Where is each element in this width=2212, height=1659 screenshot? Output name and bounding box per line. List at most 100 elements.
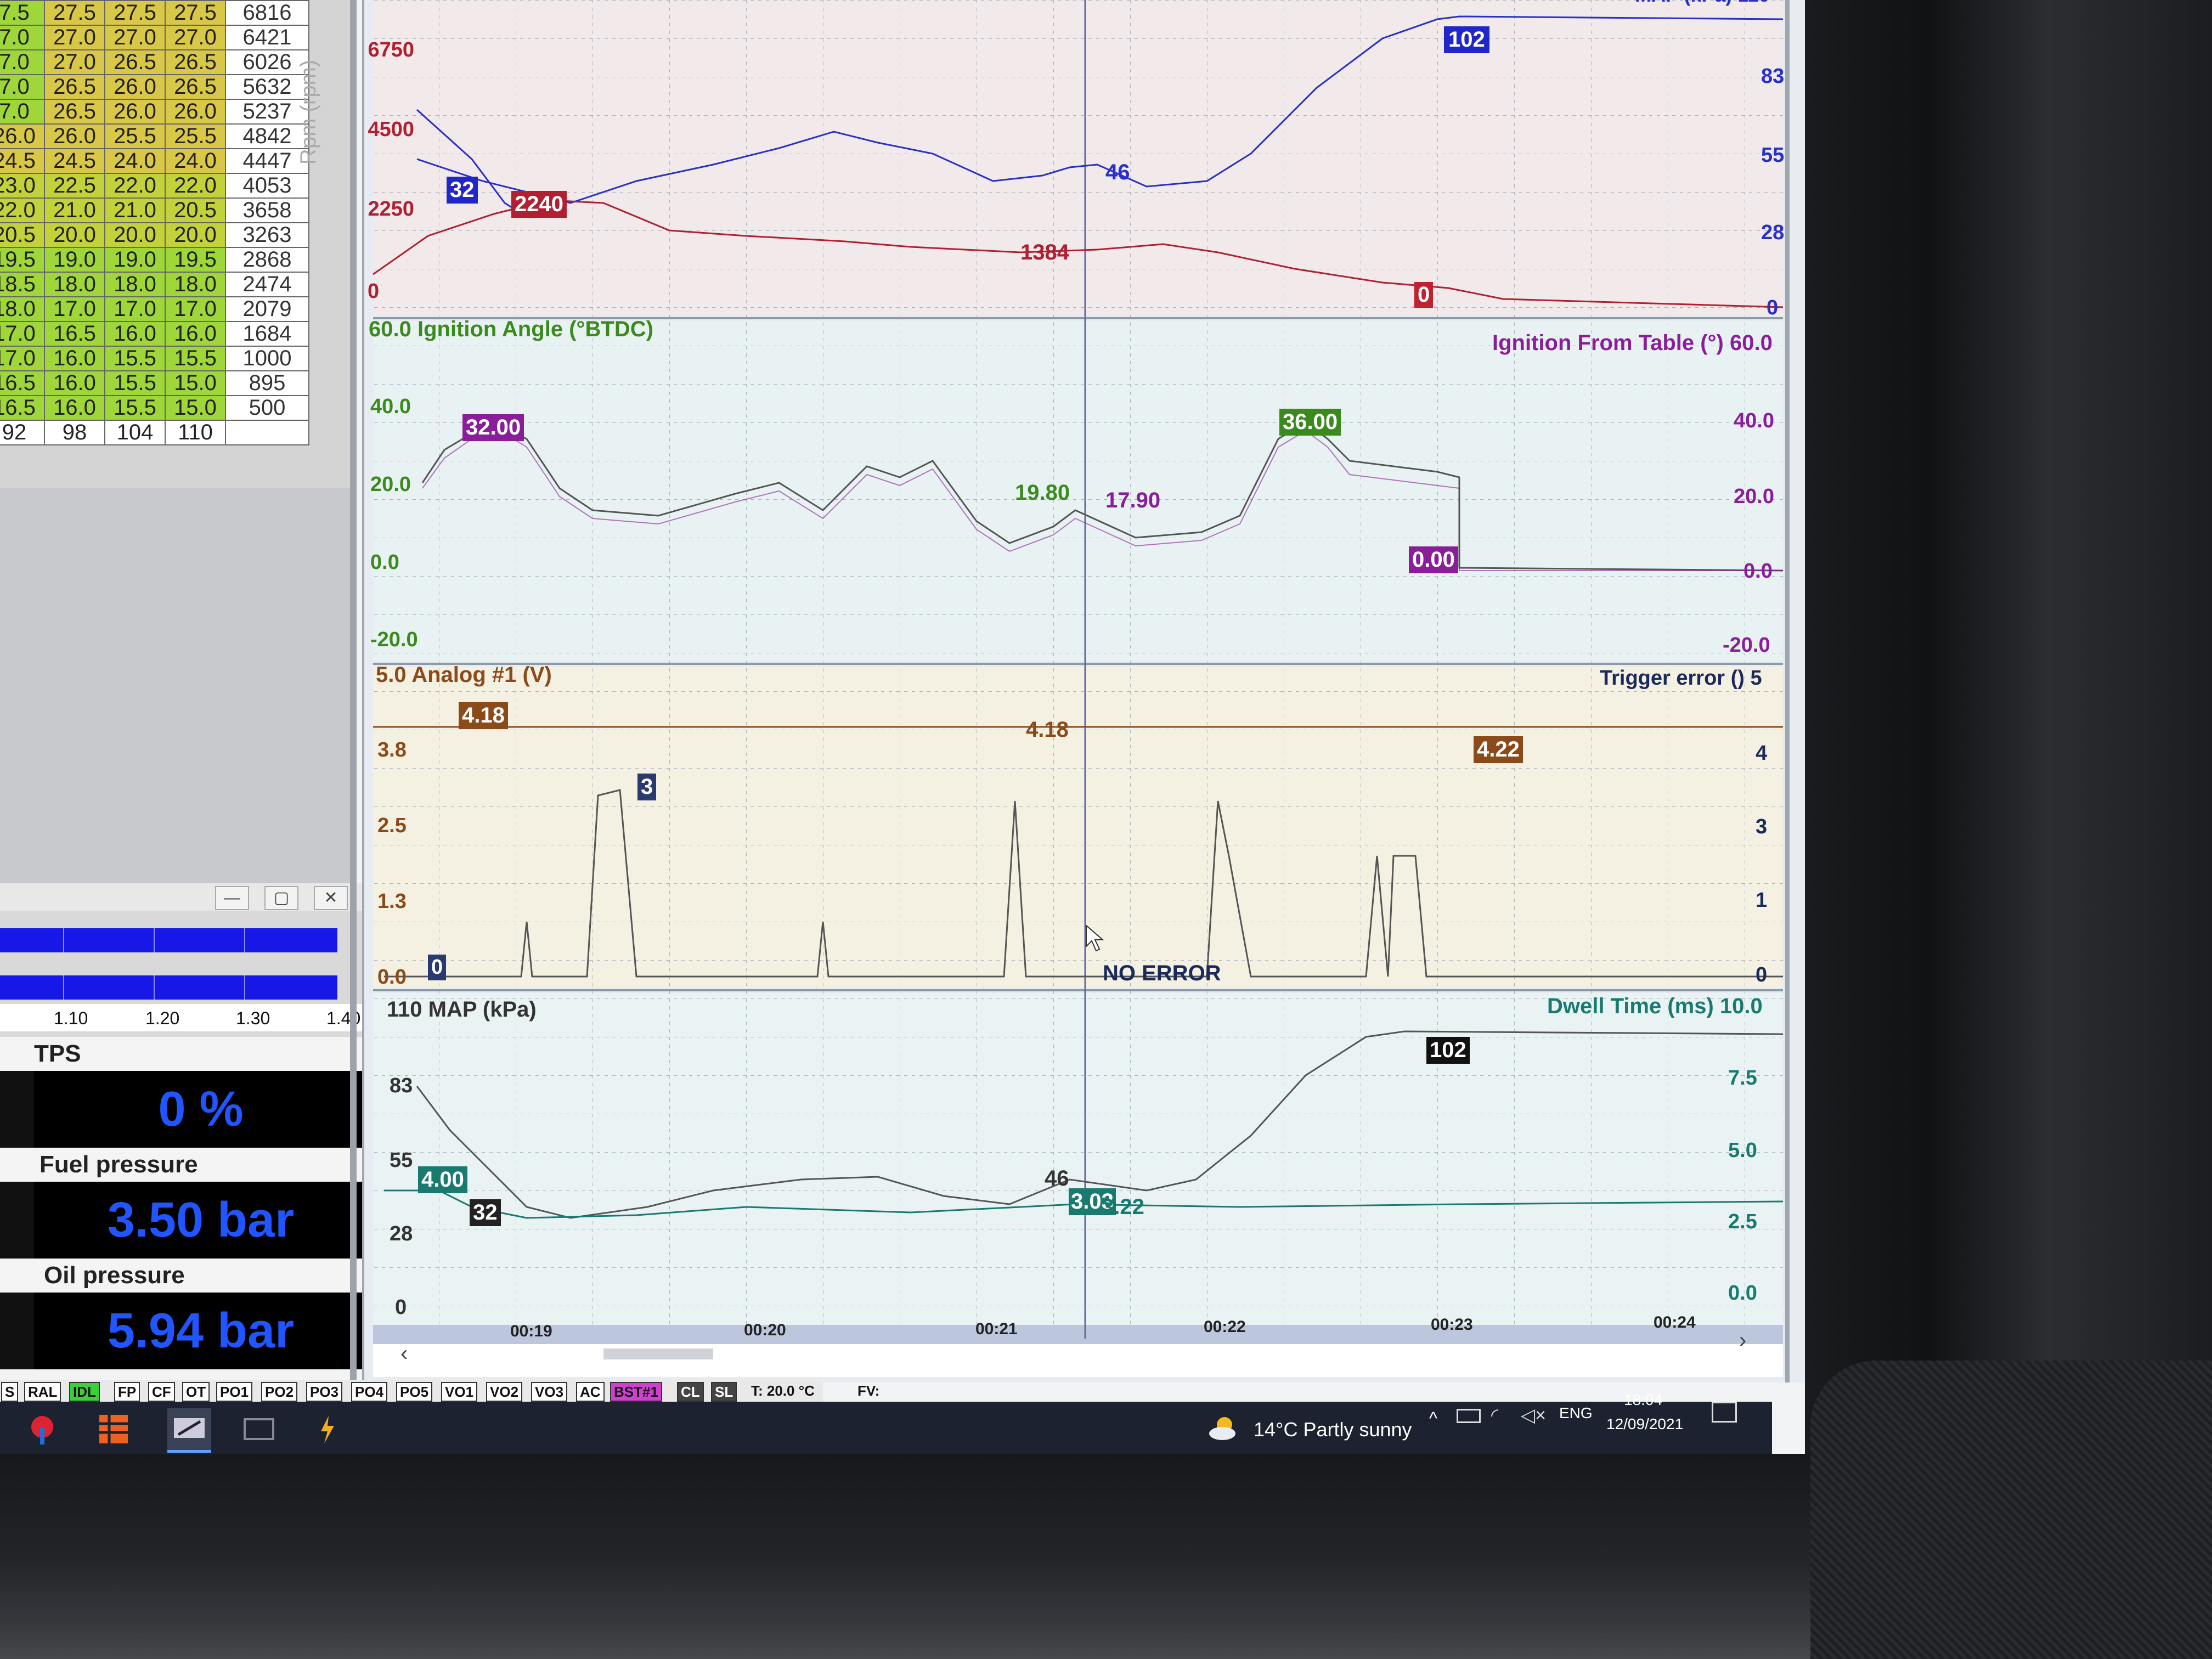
fuel-cell[interactable]: 15.5 [104,346,166,371]
fuel-cell[interactable]: 7.0 [0,25,45,50]
fuel-cell[interactable]: 18.5 [0,272,45,297]
fuel-cell[interactable]: 19.0 [44,247,105,273]
fuel-cell[interactable]: 16.0 [44,346,105,371]
notification-icon[interactable] [1712,1402,1737,1423]
fuel-cell[interactable]: 26.5 [165,49,226,75]
close-button[interactable]: ✕ [314,886,348,910]
rpm-cell: 6421 [225,25,309,50]
fuel-cell[interactable]: 20.5 [165,198,226,223]
fuel-table-row: 17.016.516.016.01684 [0,321,309,347]
fuel-cell[interactable]: 26.5 [165,74,226,100]
fuel-cell[interactable]: 19.0 [104,247,166,273]
fuel-cell[interactable]: 18.0 [165,272,226,297]
fuel-cell[interactable]: 20.0 [165,222,226,248]
app-icon-red[interactable] [25,1412,60,1447]
fuel-cell[interactable]: 22.0 [104,173,166,199]
fuel-cell[interactable]: 27.5 [104,0,166,26]
gauge-window-titlebar[interactable]: — ▢ ✕ [0,883,368,911]
fuel-cell[interactable]: 17.0 [44,296,105,322]
fuel-cell[interactable]: 21.0 [104,198,166,223]
language-indicator[interactable]: ENG [1559,1404,1593,1422]
fuel-cell[interactable]: 20.5 [0,222,45,248]
fuel-cell[interactable]: 23.0 [0,173,45,199]
fuel-cell[interactable]: 18.0 [44,272,105,297]
fuel-cell[interactable]: 19.5 [0,247,45,273]
fuel-cell[interactable]: 15.5 [104,370,166,396]
fuel-cell[interactable]: 7.0 [0,74,45,100]
fuel-cell[interactable]: 26.0 [104,74,166,100]
fuel-cell[interactable]: 26.5 [44,74,105,100]
fuel-cell[interactable]: 20.0 [104,222,166,248]
fuel-cell[interactable]: 17.0 [0,321,45,347]
fuel-cell[interactable]: 22.5 [44,173,105,199]
panel-divider[interactable] [350,0,357,1383]
fuel-cell[interactable]: 26.5 [44,99,105,125]
fuel-cell[interactable]: 26.0 [44,123,105,149]
app-icon-ecu-active[interactable] [167,1408,211,1453]
clock-date[interactable]: 12/09/2021 [1606,1415,1683,1433]
fuel-cell[interactable]: 19.5 [165,247,226,273]
fuel-cell[interactable]: 24.0 [165,148,226,174]
fuel-cell[interactable]: 18.0 [0,296,45,322]
fuel-cell[interactable]: 16.5 [0,395,45,421]
fuel-cell[interactable]: 16.0 [165,321,226,347]
fuel-cell[interactable]: 7.0 [0,49,45,75]
app-icon-window[interactable] [241,1412,276,1447]
mute-icon[interactable]: ◁× [1521,1404,1546,1426]
wifi-icon[interactable]: ◜ [1491,1404,1498,1426]
fuel-cell[interactable]: 22.0 [165,173,226,199]
fuel-cell[interactable]: 24.5 [0,148,45,174]
time-label: 00:20 [744,1321,786,1339]
weather-text: 14°C Partly sunny [1254,1418,1412,1441]
map-value-tag: 32 [447,177,478,204]
fuel-cell[interactable]: 15.5 [165,346,226,371]
fuel-cell[interactable]: 27.5 [44,0,105,26]
ign-tick: 0.0 [370,551,399,574]
tray-chevron-icon[interactable]: ^ [1429,1408,1437,1429]
fuel-cell[interactable]: 26.0 [0,123,45,149]
fuel-cell[interactable]: 27.0 [44,25,105,50]
fuel-cell[interactable]: 20.0 [44,222,105,248]
minimize-button[interactable]: — [215,886,249,910]
fuel-cell[interactable]: 15.0 [165,395,226,421]
app-icon-grid[interactable] [96,1412,131,1447]
fuel-cell[interactable]: 24.0 [104,148,166,174]
fuel-cell[interactable]: 25.5 [165,123,226,149]
analog-value-tag: 4.22 [1474,736,1523,763]
fuel-cell[interactable]: 25.5 [104,123,166,149]
lightning-icon[interactable] [310,1412,345,1447]
fuel-cell[interactable]: 26.0 [104,99,166,125]
fuel-cell[interactable]: 16.5 [44,321,105,347]
fuel-cell[interactable]: 16.0 [44,395,105,421]
weather-widget[interactable]: 14°C Partly sunny [1207,1407,1536,1451]
map-axis-cell: 110 [165,420,226,445]
ign-cursor-value: 19.80 [1015,481,1070,505]
maximize-button[interactable]: ▢ [264,886,298,910]
fuel-cell[interactable]: 17.0 [104,296,166,322]
fuel-cell[interactable]: 27.0 [44,49,105,75]
trigger-value-tag: 3 [637,774,657,800]
fuel-cell[interactable]: 26.5 [104,49,166,75]
fuel-cell[interactable]: 24.5 [44,148,105,174]
fuel-cell[interactable]: 16.5 [0,370,45,396]
analog-value-tag: 4.18 [459,702,508,729]
fuel-cell[interactable]: 7.5 [0,0,45,26]
fuel-cell[interactable]: 22.0 [0,198,45,223]
fuel-cell[interactable]: 16.0 [104,321,166,347]
fuel-cell[interactable]: 15.0 [165,370,226,396]
fuel-cell[interactable]: 27.0 [104,25,166,50]
fuel-cell[interactable]: 27.0 [165,25,226,50]
fuel-cell[interactable]: 18.0 [104,272,166,297]
fuel-cell[interactable]: 27.5 [165,0,226,26]
datalog-chart[interactable]: ‹ › MAP (kPa) 110 6750 4500 [360,0,1805,1383]
fuel-cell[interactable]: 7.0 [0,99,45,125]
fuel-cell[interactable]: 15.5 [104,395,166,421]
fuel-cell[interactable]: 16.0 [44,370,105,396]
fuel-cell[interactable]: 21.0 [44,198,105,223]
fuel-cell[interactable]: 17.0 [165,296,226,322]
fuel-cell[interactable]: 17.0 [0,346,45,371]
battery-icon[interactable] [1457,1409,1481,1423]
fuel-cell[interactable]: 26.0 [165,99,226,125]
lambda-bar-2 [0,975,337,1000]
clock-time[interactable]: 18:04 [1624,1391,1662,1409]
